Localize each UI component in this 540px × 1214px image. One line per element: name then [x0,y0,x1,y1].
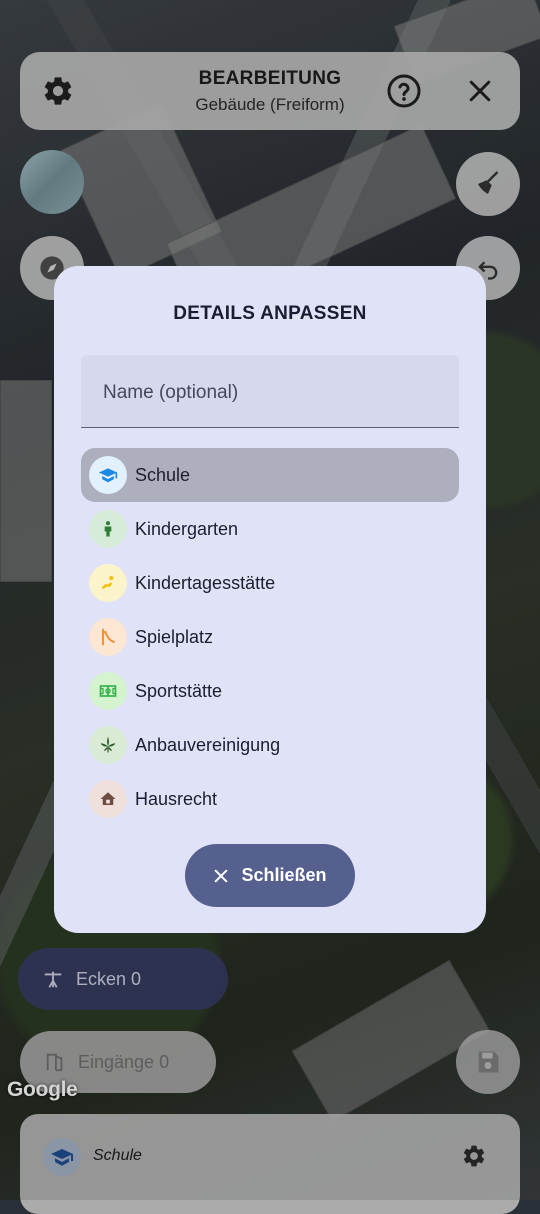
list-item-kindergarten[interactable]: Kindergarten [81,502,459,556]
close-icon [213,868,229,884]
list-item-label: Schule [135,464,191,485]
slide-icon [89,618,127,656]
list-item-kindertagesstaette[interactable]: Kindertagesstätte [81,556,459,610]
list-item-anbauvereinigung[interactable]: Anbauvereinigung [81,718,459,772]
list-item-sportstaette[interactable]: Sportstätte [81,664,459,718]
list-item-label: Hausrecht [135,788,218,809]
name-input[interactable] [101,377,445,409]
school-icon [89,456,127,494]
list-item-label: Anbauvereinigung [135,734,281,755]
list-item-label: Kindertagesstätte [135,572,276,593]
baby-crawl-icon [89,564,127,602]
cannabis-leaf-icon [89,726,127,764]
dialog-title: DETAILS ANPASSEN [173,303,367,324]
list-item-label: Kindergarten [135,518,239,539]
category-list: Schule Kindergarten Kindertagesstätte Sp… [81,448,459,826]
list-item-label: Sportstätte [135,680,223,701]
list-item-schule[interactable]: Schule [81,448,459,502]
name-field[interactable] [81,355,459,428]
close-dialog-label: Schließen [241,865,327,885]
list-item-label: Spielplatz [135,626,214,647]
list-item-hausrecht[interactable]: Hausrecht [81,772,459,826]
details-dialog: DETAILS ANPASSEN Schule Kindergarten Kin… [54,266,486,933]
child-icon [89,510,127,548]
stadium-icon [89,672,127,710]
house-icon [89,780,127,818]
list-item-spielplatz[interactable]: Spielplatz [81,610,459,664]
close-dialog-button[interactable]: Schließen [185,844,355,907]
